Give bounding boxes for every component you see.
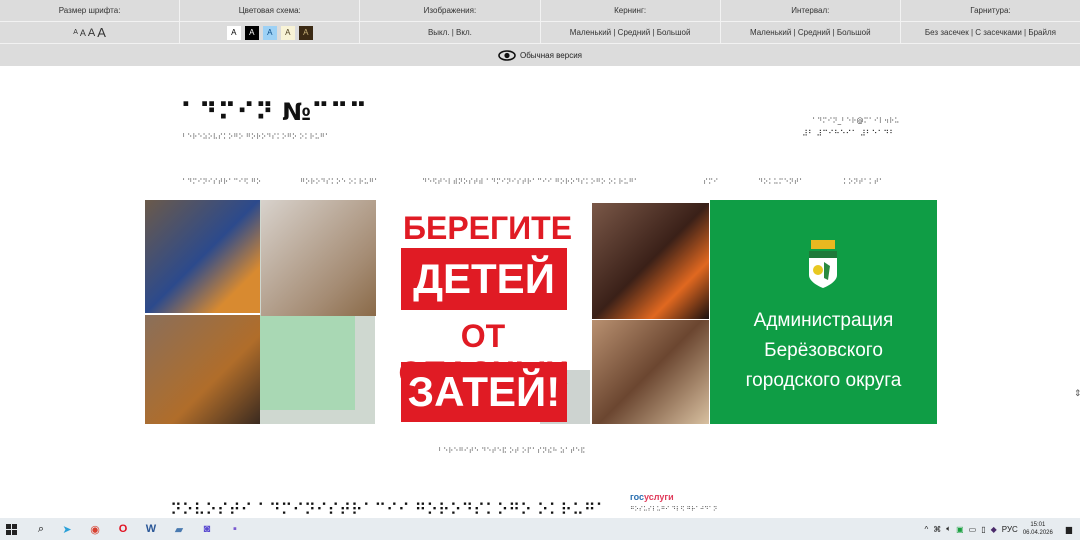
scheme-white[interactable]: A	[226, 25, 241, 40]
scheme-brown[interactable]: A	[298, 25, 313, 40]
site-title[interactable]: ⠁⠙⠍⠊⠝ №⠉⠉⠉	[180, 98, 367, 126]
language-indicator[interactable]: РУС	[1002, 525, 1018, 534]
photo-child-oven	[592, 203, 709, 319]
windows-start-icon[interactable]	[0, 518, 22, 540]
gosuslugi-suffix: услуги	[644, 492, 674, 502]
tray-chevron-icon[interactable]: ^	[925, 525, 929, 534]
tray-app-icon[interactable]: ▣	[956, 525, 964, 534]
clock[interactable]: 15:01 06.04.2026	[1023, 521, 1053, 537]
org-line3: городского округа	[745, 370, 902, 391]
typeface-label: Гарнитура:	[970, 6, 1011, 15]
contact-phone: ⠼⠃ ⠼⠉⠊⠓⠑⠊⠁ ⠼⠃⠑⠁⠙⠃	[802, 129, 895, 138]
decor-square	[260, 315, 355, 410]
banner-caption: ⠃⠑⠗⠑⠛⠊⠞⠑ ⠙⠑⠞⠑⠯ ⠕⠞ ⠕⠏⠁⠎⠝⠮⠓ ⠵⠁⠞⠑⠯	[438, 447, 586, 455]
volume-icon[interactable]: 🔈︎	[946, 524, 951, 534]
telegram-icon[interactable]: ➤	[56, 518, 78, 540]
images-label: Изображения:	[360, 0, 541, 21]
scheme-black[interactable]: A	[244, 25, 259, 40]
normal-version-label: Обычная версия	[519, 50, 582, 60]
banner-line2: ДЕТЕЙ	[401, 248, 567, 310]
promo-banner[interactable]: БЕРЕГИТЕ ДЕТЕЙ ОТ ОПАСНЫХ ЗАТЕЙ! Админис…	[145, 200, 937, 424]
network-icon[interactable]: ⌘	[933, 525, 941, 534]
photo-child-socket	[261, 200, 376, 316]
nav-item[interactable]: ⠁⠙⠍⠊⠝⠊⠎⠞⠗⠁⠉⠊⠫ ⠛⠕	[182, 178, 261, 186]
chrome-icon[interactable]: ◉	[84, 518, 106, 540]
org-line2: Берёзовского	[764, 340, 883, 361]
eye-icon	[498, 49, 516, 61]
gosuslugi-logo[interactable]: госуслуги	[630, 492, 674, 502]
nav-item[interactable]: ⠎⠍⠊	[703, 178, 718, 186]
opera-icon[interactable]: O	[112, 518, 134, 540]
org-panel: Администрация Берёзовского городского ок…	[710, 200, 937, 424]
site-subtitle: ⠃⠑⠗⠑⠵⠕⠧⠎⠅⠕⠛⠕ ⠛⠕⠗⠕⠙⠎⠅⠕⠛⠕ ⠕⠅⠗⠥⠛⠁	[182, 133, 331, 141]
nav-item[interactable]: ⠙⠕⠅⠥⠍⠑⠝⠞⠁	[758, 178, 804, 186]
nav-item[interactable]: ⠅⠕⠝⠞⠁⠅⠞⠁	[843, 178, 884, 186]
display-icon[interactable]: ▭	[969, 525, 977, 534]
photo-child-chemicals	[145, 200, 260, 313]
images-toggle[interactable]: Выкл. | Вкл.	[360, 22, 541, 43]
kerning-options[interactable]: Маленький | Средний | Большой	[541, 22, 721, 43]
usb-icon[interactable]: ▯	[981, 525, 985, 534]
banner-line1: БЕРЕГИТЕ	[402, 210, 573, 246]
contact-email[interactable]: ⠁⠙⠍⠊⠝_⠃⠑⠗@⠍⠁⠊⠇⠲⠗⠥	[812, 117, 899, 125]
org-line1: Администрация	[753, 310, 894, 331]
normal-version-link[interactable]: Обычная версия	[0, 44, 1080, 66]
accessibility-panel: Размер шрифта: Цветовая схема: Изображен…	[0, 0, 1080, 66]
coat-of-arms-icon	[809, 240, 837, 288]
gosuslugi-prefix: гос	[630, 492, 645, 502]
typeface-options[interactable]: Без засечек | С засечками | Брайля	[901, 22, 1080, 43]
app2-icon[interactable]: ▪	[224, 518, 246, 540]
photo-child-window	[592, 320, 709, 424]
scheme-beige[interactable]: A	[280, 25, 295, 40]
interval-label: Интервал:	[721, 0, 901, 21]
scroll-arrow-icon[interactable]: ⇕	[1074, 388, 1080, 399]
font-size-medium[interactable]: A	[80, 28, 86, 38]
word-icon[interactable]: W	[140, 518, 162, 540]
taskbar: ⌕ ➤ ◉ O W ▰ ◙ ▪ ^ ⌘ 🔈︎ ▣ ▭ ▯ ◆ РУС 15:01…	[0, 518, 1080, 540]
interval-options[interactable]: Маленький | Средний | Большой	[721, 22, 901, 43]
notifications-icon[interactable]: ▆	[1066, 525, 1072, 534]
news-heading[interactable]: ⠝⠕⠧⠕⠎⠞⠊ ⠁⠙⠍⠊⠝⠊⠎⠞⠗⠁⠉⠊⠊ ⠛⠕⠗⠕⠙⠎⠅⠕⠛⠕ ⠕⠅⠗⠥⠛⠁	[170, 500, 607, 519]
explorer-icon[interactable]: ▰	[168, 518, 190, 540]
kerning-label: Кернинг:	[541, 0, 721, 21]
app-icon[interactable]: ◙	[196, 518, 218, 540]
search-icon[interactable]: ⌕	[30, 518, 52, 540]
color-scheme-label: Цветовая схема:	[180, 0, 361, 21]
nav-item[interactable]: ⠙⠑⠫⠞⠑⠇⠾⠝⠕⠎⠞⠾ ⠁⠙⠍⠊⠝⠊⠎⠞⠗⠁⠉⠊⠊ ⠛⠕⠗⠕⠙⠎⠅⠕⠛⠕ ⠕⠅…	[422, 178, 639, 186]
font-size-label: Размер шрифта:	[0, 0, 181, 21]
color-scheme-options: A A A A A	[180, 22, 361, 43]
clock-date: 06.04.2026	[1022, 530, 1053, 536]
scheme-blue[interactable]: A	[262, 25, 277, 40]
nav-item[interactable]: ⠛⠕⠗⠕⠙⠎⠅⠕⠑ ⠕⠅⠗⠥⠛⠁	[300, 178, 379, 186]
photo-child-fire	[145, 315, 260, 424]
gosuslugi-caption: ⠛⠕⠎⠥⠎⠇⠥⠛⠊ ⠙⠇⠫ ⠛⠗⠁⠚⠙⠁⠝	[630, 506, 718, 513]
font-size-large[interactable]: A	[88, 27, 95, 39]
clock-time: 15:01	[1030, 522, 1046, 528]
font-size-xlarge[interactable]: A	[97, 25, 106, 40]
banner-line4: ЗАТЕЙ!	[401, 362, 567, 422]
font-size-small[interactable]: A	[73, 29, 78, 36]
tray-app2-icon[interactable]: ◆	[991, 525, 997, 534]
font-size-options: A A A A	[0, 22, 181, 43]
